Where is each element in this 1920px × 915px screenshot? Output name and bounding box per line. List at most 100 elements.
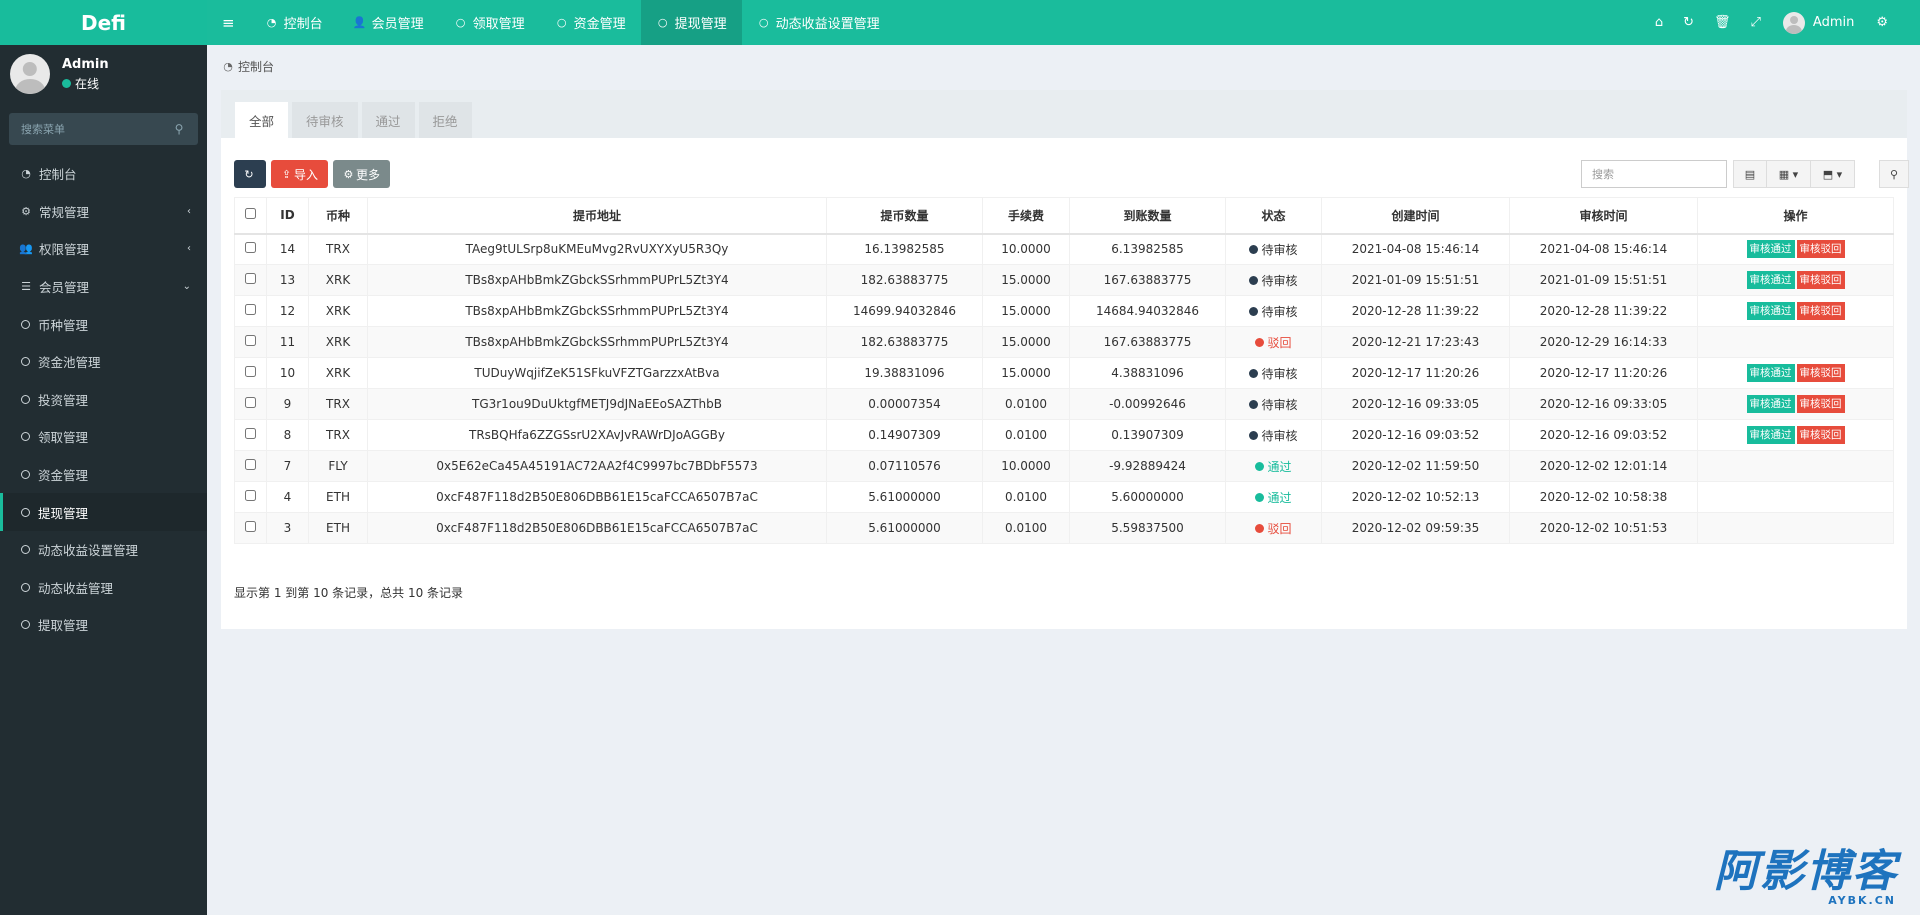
col-status[interactable]: 状态 <box>1225 197 1322 235</box>
breadcrumb-label[interactable]: 控制台 <box>238 58 274 75</box>
sidebar-item-0[interactable]: ◔ 控制台 <box>0 155 207 193</box>
row-actions: 审核通过 审核驳回 <box>1746 240 1845 259</box>
sidebar-item-7[interactable]: 领取管理 <box>0 418 207 456</box>
columns-button[interactable]: ▦ ▾ <box>1767 160 1811 188</box>
user-menu[interactable]: Admin <box>1771 11 1866 34</box>
approve-button[interactable]: 审核通过 <box>1746 395 1795 413</box>
import-button[interactable]: ⇪ 导入 <box>271 160 328 188</box>
approve-button[interactable]: 审核通过 <box>1746 271 1795 289</box>
sidebar-item-2[interactable]: 👥 权限管理 ‹ <box>0 230 207 268</box>
table-row[interactable]: 14 TRX TAeg9tULSrp8uKMEuMvg2RvUXYXyU5R3Qy 1… <box>234 233 1894 265</box>
status-label: 驳回 <box>1267 335 1292 350</box>
sidebar-item-8[interactable]: 资金管理 <box>0 456 207 494</box>
reject-button[interactable]: 审核驳回 <box>1796 364 1845 382</box>
row-checkbox[interactable] <box>245 273 256 284</box>
fullscreen-icon[interactable]: ⤢ <box>1741 15 1771 30</box>
row-checkbox[interactable] <box>245 335 256 346</box>
table-row[interactable]: 11 XRK TBs8xpAHbBmkZGbckSSrhmmPUPrL5Zt3Y4 1… <box>234 326 1894 358</box>
sidebar-item-11[interactable]: 动态收益管理 <box>0 569 207 607</box>
table-search-input[interactable] <box>1581 160 1727 188</box>
row-actions: 审核通过 审核驳回 <box>1746 395 1845 413</box>
approve-button[interactable]: 审核通过 <box>1746 426 1795 444</box>
more-button[interactable]: ⚙ 更多 <box>333 160 390 188</box>
advanced-search-button[interactable]: ⚲ <box>1879 160 1909 188</box>
home-icon[interactable]: ⌂ <box>1645 15 1673 30</box>
row-checkbox[interactable] <box>245 459 256 470</box>
row-select-cell <box>234 419 267 451</box>
col-received[interactable]: 到账数量 <box>1069 197 1226 235</box>
sidebar-search-input[interactable] <box>21 122 172 136</box>
refresh-button[interactable]: ↻ <box>234 160 266 188</box>
col-reviewed[interactable]: 审核时间 <box>1509 197 1698 235</box>
row-checkbox[interactable] <box>245 521 256 532</box>
cogs-icon[interactable]: ⚙ <box>1866 15 1898 30</box>
topnav-item-2[interactable]: ○ 领取管理 <box>439 0 540 45</box>
row-checkbox[interactable] <box>245 366 256 377</box>
cell-fee: 15.0000 <box>982 326 1070 358</box>
col-amount[interactable]: 提币数量 <box>826 197 983 235</box>
topnav-item-1[interactable]: 👤 会员管理 <box>338 0 439 45</box>
table-row[interactable]: 9 TRX TG3r1ou9DuUktgfMETJ9dJNaEEoSAZThbB 0.… <box>234 388 1894 420</box>
search-icon[interactable]: ⚲ <box>172 122 186 136</box>
sidebar-item-12[interactable]: 提取管理 <box>0 606 207 644</box>
reject-button[interactable]: 审核驳回 <box>1796 240 1845 259</box>
export-button[interactable]: ⬒ ▾ <box>1811 160 1855 188</box>
approve-button[interactable]: 审核通过 <box>1746 364 1795 382</box>
sidebar-item-4[interactable]: 币种管理 <box>0 305 207 343</box>
reject-button[interactable]: 审核驳回 <box>1796 395 1845 413</box>
refresh-icon[interactable]: ↻ <box>1673 15 1704 30</box>
col-fee[interactable]: 手续费 <box>982 197 1070 235</box>
sidebar-item-9[interactable]: 提现管理 <box>0 493 207 531</box>
trash-icon[interactable]: 🗑 <box>1704 15 1741 30</box>
cell-status: 驳回 <box>1225 326 1322 358</box>
sidebar-item-1[interactable]: ⚙ 常规管理 ‹ <box>0 193 207 231</box>
table-row[interactable]: 13 XRK TBs8xpAHbBmkZGbckSSrhmmPUPrL5Zt3Y4 1… <box>234 264 1894 296</box>
cell-id: 4 <box>266 481 309 513</box>
table-row[interactable]: 3 ETH 0xcF487F118d2B50E806DBB61E15caFCCA65… <box>234 512 1894 544</box>
topnav-item-0[interactable]: ◔ 控制台 <box>250 0 338 45</box>
tab-3[interactable]: 拒绝 <box>418 102 472 138</box>
col-created[interactable]: 创建时间 <box>1321 197 1510 235</box>
row-select-cell <box>234 450 267 482</box>
approve-button[interactable]: 审核通过 <box>1746 240 1795 259</box>
table-row[interactable]: 7 FLY 0x5E62eCa45A45191AC72AA2f4C9997bc7BD… <box>234 450 1894 482</box>
row-checkbox[interactable] <box>245 304 256 315</box>
reject-button[interactable]: 审核驳回 <box>1796 271 1845 289</box>
approve-button[interactable]: 审核通过 <box>1746 302 1795 320</box>
sidebar-item-10[interactable]: 动态收益设置管理 <box>0 531 207 569</box>
topnav-item-5[interactable]: ○ 动态收益设置管理 <box>742 0 895 45</box>
row-checkbox[interactable] <box>245 490 256 501</box>
status-dot-icon <box>1249 399 1259 409</box>
row-checkbox[interactable] <box>245 242 256 254</box>
reject-button[interactable]: 审核驳回 <box>1796 426 1845 444</box>
app-logo[interactable]: Defi <box>0 0 207 45</box>
table-row[interactable]: 12 XRK TBs8xpAHbBmkZGbckSSrhmmPUPrL5Zt3Y4 1… <box>234 295 1894 327</box>
table-row[interactable]: 4 ETH 0xcF487F118d2B50E806DBB61E15caFCCA65… <box>234 481 1894 513</box>
table-row[interactable]: 8 TRX TRsBQHfa6ZZGSsrU2XAvJvRAWrDJoAGGBy 0.… <box>234 419 1894 451</box>
select-all-checkbox[interactable] <box>245 208 256 220</box>
topnav-item-label: 会员管理 <box>371 17 424 32</box>
col-address[interactable]: 提币地址 <box>367 197 827 235</box>
row-checkbox[interactable] <box>245 397 256 408</box>
col-coin[interactable]: 币种 <box>308 197 368 235</box>
status-tabs: 全部 待审核 通过 拒绝 <box>221 90 1907 138</box>
col-id[interactable]: ID <box>266 197 309 235</box>
top-navbar: ≡ ◔ 控制台 👤 会员管理 ○ 领取管理 ○ 资金管理 ○ 提现管理 ○ 动态收益设置管理 ⌂ ↻ … <box>207 0 1920 45</box>
topnav-item-4[interactable]: ○ 提现管理 <box>640 0 742 45</box>
cell-created: 2020-12-02 11:59:50 <box>1321 450 1510 482</box>
toggle-view-button[interactable]: ▤ <box>1733 160 1767 188</box>
upload-icon: ⇪ <box>281 167 292 181</box>
table-row[interactable]: 10 XRK TUDuyWqjifZeK51SFkuVFZTGarzzxAtBva 1… <box>234 357 1894 389</box>
sidebar-item-5[interactable]: 资金池管理 <box>0 343 207 381</box>
sidebar-item-3[interactable]: ☰ 会员管理 ⌄ <box>0 268 207 306</box>
row-actions: 审核通过 审核驳回 <box>1746 426 1845 444</box>
sidebar-toggle-button[interactable]: ≡ <box>207 0 250 45</box>
tab-2[interactable]: 通过 <box>361 102 415 138</box>
tab-1[interactable]: 待审核 <box>292 102 358 138</box>
row-checkbox[interactable] <box>245 428 256 439</box>
tab-0[interactable]: 全部 <box>235 102 289 138</box>
reject-button[interactable]: 审核驳回 <box>1796 302 1845 320</box>
cell-reviewed: 2021-04-08 15:46:14 <box>1509 233 1698 265</box>
topnav-item-3[interactable]: ○ 资金管理 <box>540 0 641 45</box>
sidebar-item-6[interactable]: 投资管理 <box>0 381 207 419</box>
